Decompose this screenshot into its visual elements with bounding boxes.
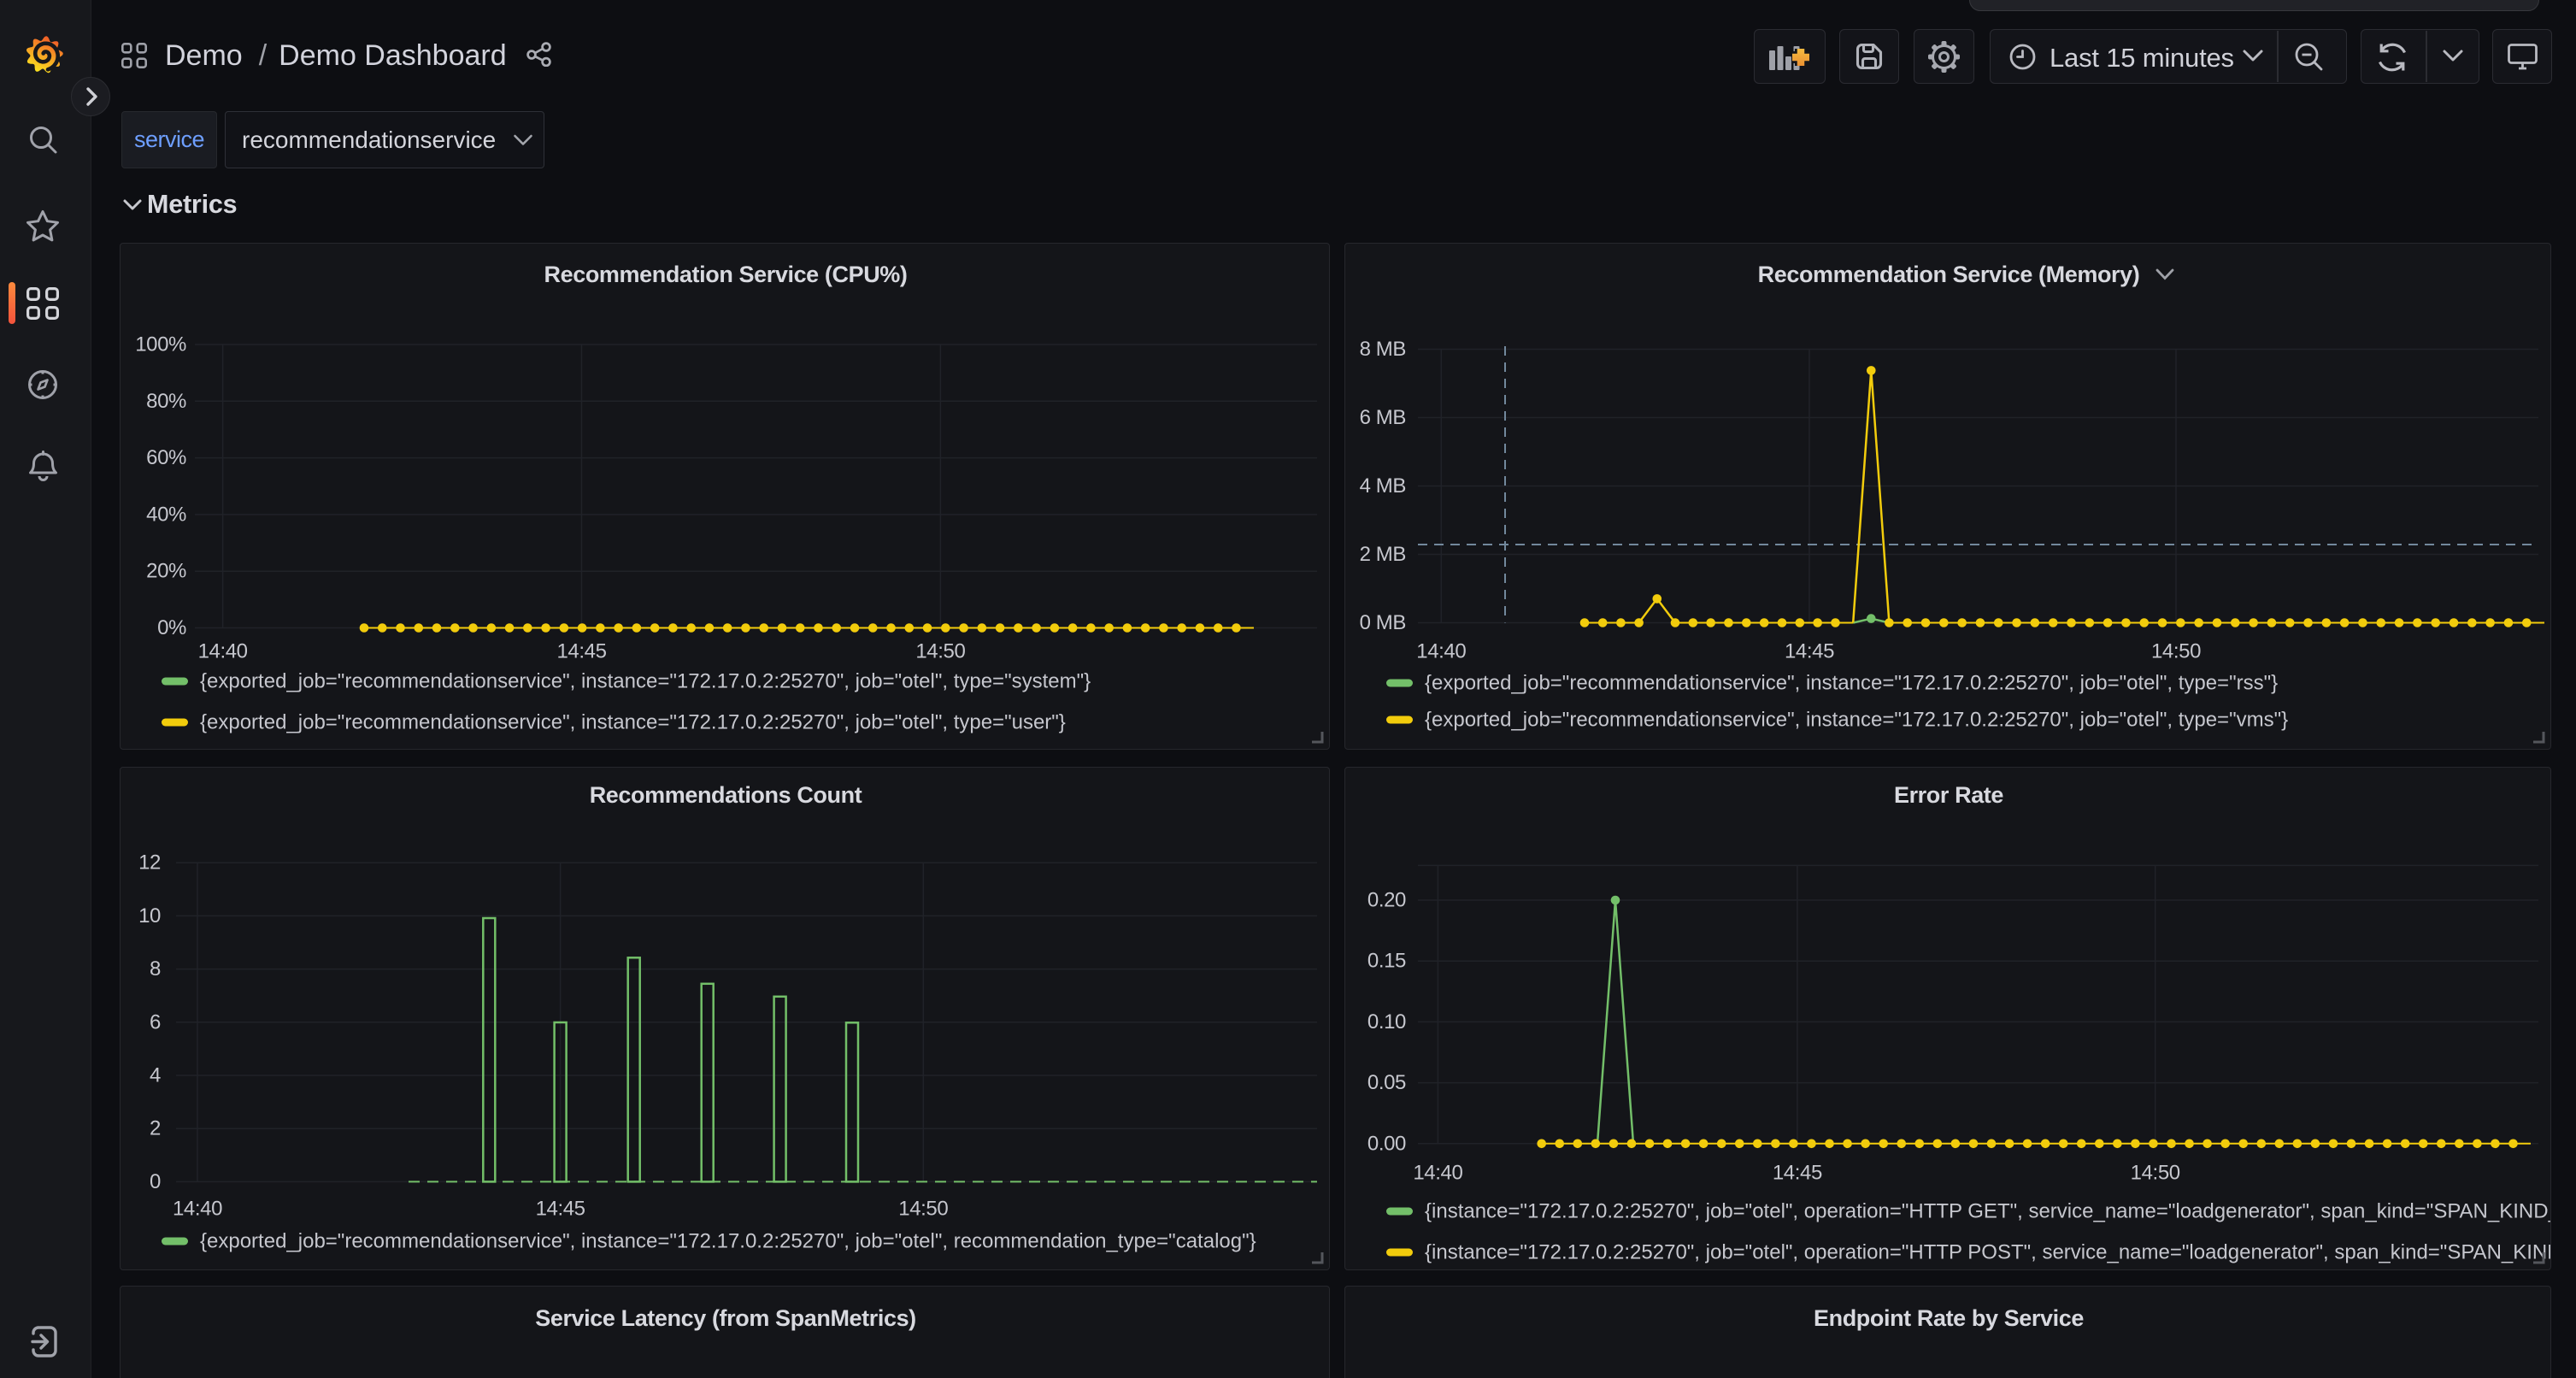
svg-text:0: 0 <box>150 1170 161 1193</box>
svg-text:{exported_job="recommendations: {exported_job="recommendationservice", i… <box>200 1230 1256 1253</box>
svg-text:0.15: 0.15 <box>1367 950 1406 973</box>
svg-text:14:50: 14:50 <box>898 1198 948 1221</box>
svg-text:10: 10 <box>138 904 161 928</box>
svg-text:14:40: 14:40 <box>198 640 248 663</box>
svg-text:14:45: 14:45 <box>1785 640 1834 663</box>
svg-text:14:40: 14:40 <box>1416 640 1466 663</box>
svg-text:20%: 20% <box>146 560 186 583</box>
svg-text:14:50: 14:50 <box>915 640 965 663</box>
svg-text:0.10: 0.10 <box>1367 1010 1406 1034</box>
svg-text:0 MB: 0 MB <box>1360 611 1406 634</box>
svg-text:Recommendation Service (Memory: Recommendation Service (Memory) <box>1758 262 2140 287</box>
svg-text:100%: 100% <box>135 333 186 356</box>
svg-text:8: 8 <box>150 957 161 980</box>
svg-text:60%: 60% <box>146 446 186 469</box>
svg-text:Recommendation Service (CPU%): Recommendation Service (CPU%) <box>544 262 907 287</box>
svg-text:{instance="172.17.0.2:25270",: {instance="172.17.0.2:25270", job="otel"… <box>1425 1200 2551 1223</box>
svg-text:4: 4 <box>150 1064 161 1087</box>
svg-text:{exported_job="recommendations: {exported_job="recommendationservice", i… <box>1425 672 2278 695</box>
svg-text:Endpoint Rate by Service: Endpoint Rate by Service <box>1814 1305 2084 1331</box>
svg-text:{exported_job="recommendations: {exported_job="recommendationservice", i… <box>200 711 1066 734</box>
svg-text:Recommendations Count: Recommendations Count <box>590 782 862 808</box>
svg-text:0.20: 0.20 <box>1367 889 1406 912</box>
svg-text:0%: 0% <box>157 616 186 639</box>
svg-text:0.05: 0.05 <box>1367 1071 1406 1094</box>
svg-text:14:50: 14:50 <box>2151 640 2201 663</box>
svg-text:0.00: 0.00 <box>1367 1132 1406 1155</box>
svg-text:80%: 80% <box>146 390 186 413</box>
svg-text:14:40: 14:40 <box>173 1198 222 1221</box>
svg-text:14:45: 14:45 <box>1773 1162 1822 1185</box>
svg-text:14:40: 14:40 <box>1413 1162 1462 1185</box>
svg-text:14:45: 14:45 <box>556 640 606 663</box>
svg-text:{instance="172.17.0.2:25270",: {instance="172.17.0.2:25270", job="otel"… <box>1425 1241 2551 1264</box>
svg-text:2 MB: 2 MB <box>1360 543 1406 566</box>
svg-text:8 MB: 8 MB <box>1360 338 1406 361</box>
svg-text:6 MB: 6 MB <box>1360 406 1406 429</box>
svg-text:4 MB: 4 MB <box>1360 474 1406 498</box>
svg-text:40%: 40% <box>146 503 186 526</box>
svg-text:Error Rate: Error Rate <box>1894 782 2003 808</box>
svg-text:2: 2 <box>150 1117 161 1140</box>
svg-text:14:45: 14:45 <box>536 1198 585 1221</box>
svg-text:{exported_job="recommendations: {exported_job="recommendationservice", i… <box>200 670 1091 693</box>
svg-text:{exported_job="recommendations: {exported_job="recommendationservice", i… <box>1425 709 2288 732</box>
svg-text:6: 6 <box>150 1010 161 1034</box>
svg-text:14:50: 14:50 <box>2131 1162 2180 1185</box>
svg-text:Service Latency (from SpanMetr: Service Latency (from SpanMetrics) <box>535 1305 916 1331</box>
svg-text:12: 12 <box>138 851 161 874</box>
